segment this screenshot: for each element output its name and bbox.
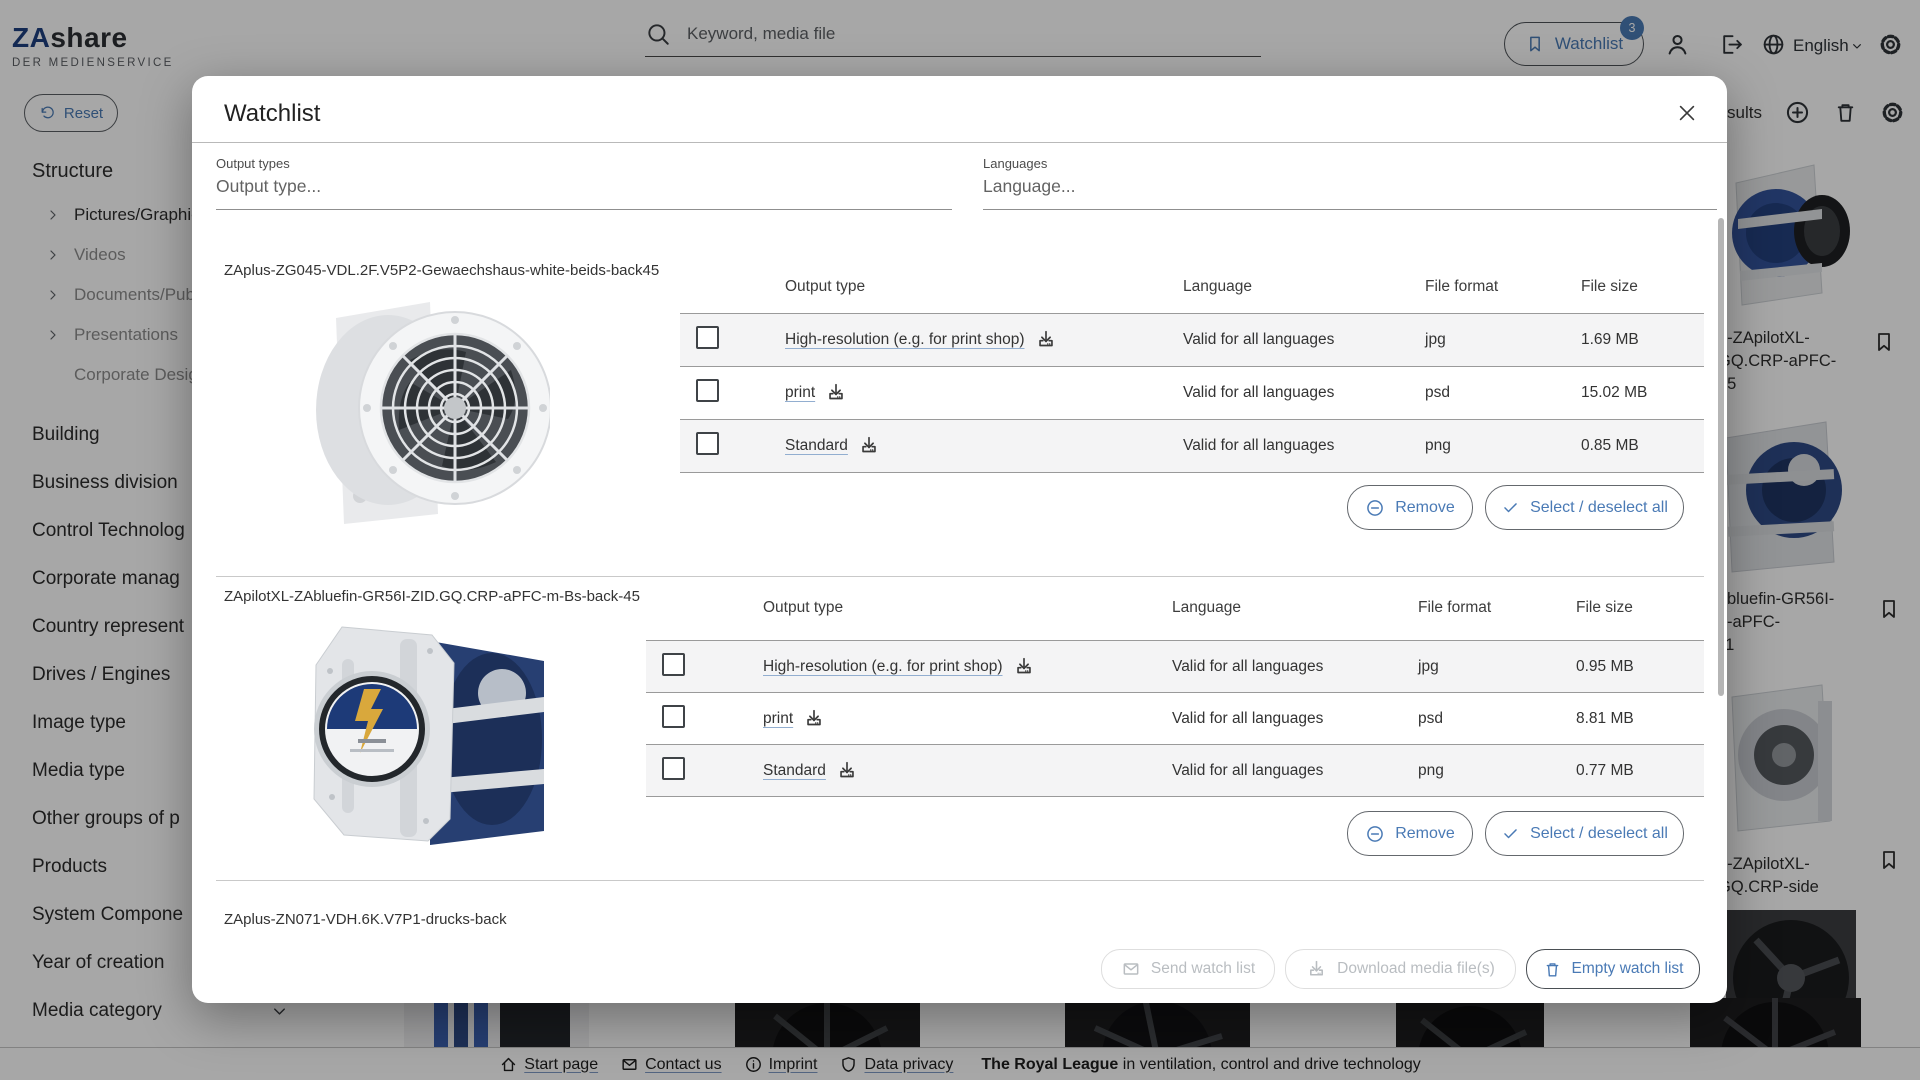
download-icon[interactable]: [803, 708, 825, 730]
languages-label: Languages: [983, 156, 1717, 171]
file-format-cell: psd: [1418, 710, 1576, 728]
product-divider: [216, 576, 1704, 577]
download-icon: [1306, 959, 1327, 980]
select-deselect-all-button[interactable]: Select / deselect all: [1485, 811, 1684, 856]
row-checkbox[interactable]: [662, 653, 685, 676]
col-output-type: Output type: [763, 599, 1172, 617]
output-type-link[interactable]: High-resolution (e.g. for print shop): [763, 658, 1003, 676]
minus-circle-icon: [1365, 824, 1385, 844]
output-types-label: Output types: [216, 156, 952, 171]
empty-watch-list-label: Empty watch list: [1572, 960, 1684, 978]
row-checkbox[interactable]: [696, 432, 719, 455]
output-types-placeholder: Output type...: [216, 176, 952, 197]
language-cell: Valid for all languages: [1183, 437, 1425, 455]
product-name: ZApilotXL-ZAbluefin-GR56I-ZID.GQ.CRP-aPF…: [224, 588, 640, 605]
download-icon[interactable]: [836, 760, 858, 782]
output-types-filter[interactable]: Output types Output type...: [216, 156, 952, 210]
file-size-cell: 1.69 MB: [1581, 331, 1704, 349]
file-format-cell: png: [1425, 437, 1581, 455]
download-icon[interactable]: [825, 382, 847, 404]
close-icon[interactable]: [1676, 102, 1698, 124]
language-cell: Valid for all languages: [1172, 762, 1418, 780]
col-file-size: File size: [1576, 599, 1704, 617]
download-media-files-button[interactable]: Download media file(s): [1285, 949, 1516, 989]
output-type-link[interactable]: print: [785, 384, 815, 402]
row-checkbox[interactable]: [696, 326, 719, 349]
languages-placeholder: Language...: [983, 176, 1717, 197]
product-image-centrifugal-fan: [280, 621, 555, 856]
file-size-cell: 15.02 MB: [1581, 384, 1704, 402]
download-icon[interactable]: [858, 435, 880, 457]
product-name: ZAplus-ZN071-VDH.6K.V7P1-drucks-back: [224, 911, 507, 928]
media-files-table: High-resolution (e.g. for print shop) Va…: [680, 313, 1704, 473]
table-row: print Valid for all languages psd 15.02 …: [680, 367, 1704, 420]
product-image-axial-fan: [280, 290, 550, 535]
language-cell: Valid for all languages: [1183, 331, 1425, 349]
row-checkbox[interactable]: [662, 757, 685, 780]
table-row: High-resolution (e.g. for print shop) Va…: [646, 641, 1704, 693]
modal-footer-actions: Send watch list Download media file(s) E…: [1101, 949, 1700, 989]
check-icon: [1501, 498, 1520, 517]
file-size-cell: 0.85 MB: [1581, 437, 1704, 455]
send-watch-list-button[interactable]: Send watch list: [1101, 949, 1275, 989]
row-checkbox[interactable]: [662, 705, 685, 728]
col-file-format: File format: [1418, 599, 1576, 617]
product-actions: Remove Select / deselect all: [1347, 485, 1684, 530]
language-cell: Valid for all languages: [1183, 384, 1425, 402]
product-actions: Remove Select / deselect all: [1347, 811, 1684, 856]
col-file-size: File size: [1581, 278, 1704, 296]
trash-icon: [1543, 960, 1562, 979]
product-divider: [216, 880, 1704, 881]
remove-button[interactable]: Remove: [1347, 811, 1473, 856]
media-files-table: High-resolution (e.g. for print shop) Va…: [646, 640, 1704, 797]
file-size-cell: 8.81 MB: [1576, 710, 1704, 728]
send-watch-list-label: Send watch list: [1151, 960, 1255, 978]
empty-watch-list-button[interactable]: Empty watch list: [1526, 949, 1700, 989]
select-deselect-all-button[interactable]: Select / deselect all: [1485, 485, 1684, 530]
col-language: Language: [1183, 278, 1425, 296]
language-cell: Valid for all languages: [1172, 658, 1418, 676]
check-icon: [1501, 824, 1520, 843]
minus-circle-icon: [1365, 498, 1385, 518]
output-type-link[interactable]: High-resolution (e.g. for print shop): [785, 331, 1025, 349]
col-language: Language: [1172, 599, 1418, 617]
file-size-cell: 0.77 MB: [1576, 762, 1704, 780]
remove-label: Remove: [1395, 499, 1455, 517]
col-output-type: Output type: [785, 278, 1183, 296]
table-row: High-resolution (e.g. for print shop) Va…: [680, 314, 1704, 367]
modal-title: Watchlist: [224, 100, 320, 128]
remove-label: Remove: [1395, 825, 1455, 843]
file-format-cell: jpg: [1418, 658, 1576, 676]
output-type-link[interactable]: Standard: [763, 762, 826, 780]
watchlist-modal: Watchlist Output types Output type... La…: [192, 76, 1727, 1003]
product-name: ZAplus-ZG045-VDL.2F.V5P2-Gewaechshaus-wh…: [224, 262, 659, 279]
remove-button[interactable]: Remove: [1347, 485, 1473, 530]
output-type-link[interactable]: print: [763, 710, 793, 728]
file-size-cell: 0.95 MB: [1576, 658, 1704, 676]
row-checkbox[interactable]: [696, 379, 719, 402]
download-icon[interactable]: [1035, 329, 1057, 351]
select-deselect-label: Select / deselect all: [1530, 825, 1668, 843]
select-deselect-label: Select / deselect all: [1530, 499, 1668, 517]
table-row: Standard Valid for all languages png 0.8…: [680, 420, 1704, 473]
download-media-files-label: Download media file(s): [1337, 960, 1495, 978]
table-header-row: Output type Language File format File si…: [680, 278, 1704, 296]
download-icon[interactable]: [1013, 656, 1035, 678]
mail-icon: [1121, 959, 1141, 979]
file-format-cell: png: [1418, 762, 1576, 780]
table-row: Standard Valid for all languages png 0.7…: [646, 745, 1704, 797]
col-file-format: File format: [1425, 278, 1581, 296]
table-row: print Valid for all languages psd 8.81 M…: [646, 693, 1704, 745]
output-type-link[interactable]: Standard: [785, 437, 848, 455]
file-format-cell: jpg: [1425, 331, 1581, 349]
modal-scrollbar[interactable]: [1718, 218, 1724, 696]
languages-filter[interactable]: Languages Language...: [983, 156, 1717, 210]
language-cell: Valid for all languages: [1172, 710, 1418, 728]
modal-header-divider: [192, 142, 1727, 143]
table-header-row: Output type Language File format File si…: [646, 599, 1704, 617]
file-format-cell: psd: [1425, 384, 1581, 402]
